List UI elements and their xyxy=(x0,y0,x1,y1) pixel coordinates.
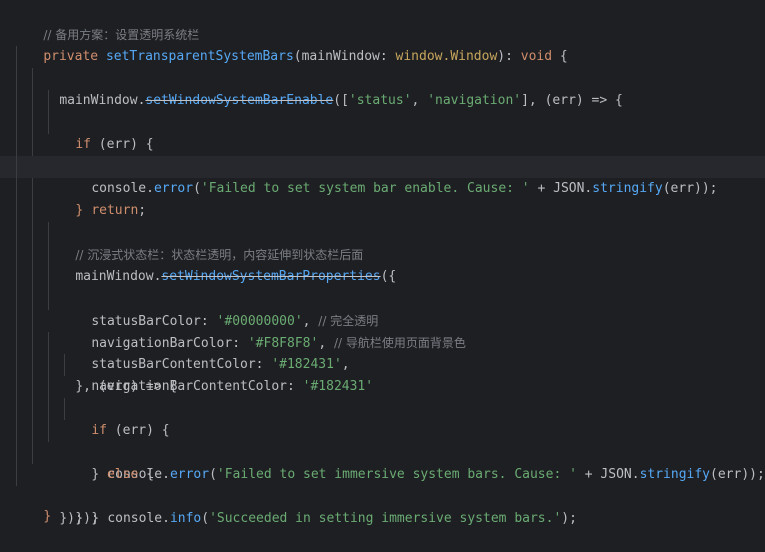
indent-guide xyxy=(32,90,33,112)
code-line[interactable]: } else { xyxy=(0,376,765,482)
indent-guide xyxy=(16,244,17,266)
indent-guide xyxy=(16,332,17,354)
indent-guide xyxy=(16,376,17,398)
indent-guide xyxy=(16,266,17,288)
code-line[interactable]: // 沉浸式状态栏：状态栏透明，内容延伸到状态栏后面 xyxy=(0,178,765,262)
object-name: console. xyxy=(107,511,170,526)
code-line[interactable]: navigationBarContentColor: '#182431' xyxy=(0,288,765,394)
indent-guide xyxy=(48,90,49,112)
indent-guide xyxy=(32,310,33,332)
method-name: info xyxy=(169,511,202,526)
indent-guide xyxy=(48,354,49,376)
indent-guide xyxy=(16,310,17,332)
indent-guide xyxy=(48,112,49,134)
indent-guide xyxy=(16,398,17,420)
code-line[interactable]: }); xyxy=(0,464,765,526)
indent-guide xyxy=(16,46,17,68)
indent-guide xyxy=(48,376,49,398)
indent-guide xyxy=(16,178,17,200)
punctuation: ( xyxy=(201,511,210,526)
indent-guide xyxy=(32,200,33,222)
code-line[interactable]: }); xyxy=(0,442,765,526)
code-line[interactable]: statusBarColor: '#00000000', // 完全透明 xyxy=(0,222,765,329)
indent-guide xyxy=(48,398,49,420)
code-line[interactable]: mainWindow.setWindowSystemBarProperties(… xyxy=(0,200,765,284)
code-line[interactable]: } xyxy=(0,484,765,524)
indent-guide xyxy=(16,354,17,376)
indent-guide xyxy=(32,442,33,464)
code-line[interactable]: }, (err) => { xyxy=(0,310,765,394)
indent-guide xyxy=(48,266,49,288)
indent-guide xyxy=(32,420,33,442)
indent-guide xyxy=(32,266,33,288)
indent-guide xyxy=(32,222,33,244)
indent-guide xyxy=(32,134,33,156)
indent-guide xyxy=(16,200,17,222)
code-line[interactable]: navigationBarColor: '#F8F8F8', // 导航栏使用页… xyxy=(0,244,765,351)
code-line[interactable]: console.error('Failed to set immersive s… xyxy=(0,354,765,482)
indent-guide xyxy=(16,112,17,134)
code-line[interactable]: private setTransparentSystemBars(mainWin… xyxy=(0,24,765,64)
brace: } xyxy=(43,509,52,524)
code-line[interactable]: mainWindow.setWindowSystemBarEnable(['st… xyxy=(0,46,765,108)
indent-guide xyxy=(32,244,33,266)
indent-guide xyxy=(32,354,33,376)
indent-guide xyxy=(32,332,33,354)
code-line[interactable]: if (err) { xyxy=(0,68,765,152)
indent-guide xyxy=(48,288,49,310)
indent-guide xyxy=(32,288,33,310)
punctuation: ); xyxy=(561,511,577,526)
code-line[interactable]: // 备用方案：设置透明系统栏 xyxy=(0,2,765,42)
string-literal: 'Succeeded in setting immersive system b… xyxy=(209,511,562,526)
indent-guide xyxy=(32,376,33,398)
indent-guide xyxy=(48,222,49,244)
indent-guide xyxy=(64,354,65,376)
indent-guide xyxy=(16,464,17,486)
indent-guide xyxy=(16,156,17,178)
indent-guide xyxy=(64,398,65,420)
indent-guide xyxy=(48,420,49,442)
indent-guide xyxy=(16,68,17,90)
code-line[interactable]: if (err) { xyxy=(0,332,765,438)
indent-guide xyxy=(16,288,17,310)
callback-end: }); xyxy=(59,511,83,526)
indent-guide xyxy=(16,134,17,156)
indent-guide xyxy=(32,68,33,90)
current-line[interactable] xyxy=(0,156,765,178)
code-line[interactable]: } xyxy=(0,134,765,218)
indent-guide xyxy=(32,398,33,420)
code-editor[interactable]: // 备用方案：设置透明系统栏 private setTransparentSy… xyxy=(0,0,765,526)
code-line[interactable]: console.info('Succeeded in setting immer… xyxy=(0,398,765,526)
indent-guide xyxy=(48,244,49,266)
indent-guide xyxy=(16,420,17,442)
indent-guide xyxy=(48,332,49,354)
indent-guide xyxy=(32,178,33,200)
code-line[interactable]: console.error('Failed to set system bar … xyxy=(0,90,765,196)
code-line[interactable]: return; xyxy=(0,112,765,218)
code-line[interactable]: } xyxy=(0,420,765,526)
indent-guide xyxy=(16,442,17,464)
indent-guide xyxy=(16,90,17,112)
indent-guide xyxy=(16,222,17,244)
indent-guide xyxy=(32,112,33,134)
code-line[interactable]: statusBarContentColor: '#182431', xyxy=(0,266,765,372)
